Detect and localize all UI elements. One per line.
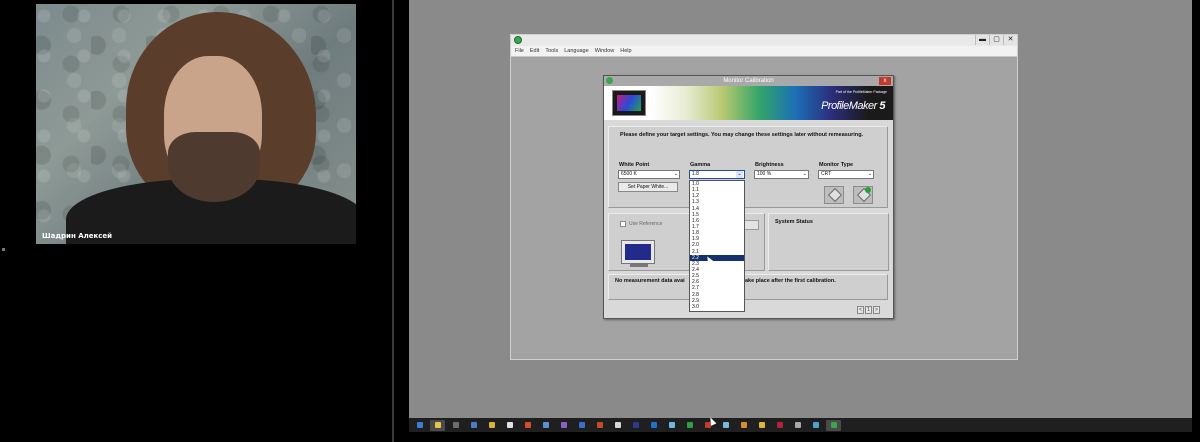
app-icon-12[interactable] [628,420,643,431]
participant-video: Шадрин Алексей [36,4,356,244]
taskbar [409,418,1192,432]
participant-name-label: Шадрин Алексей [42,232,113,240]
calibrate-icon[interactable] [824,186,844,204]
dialog-close-button[interactable]: x [879,77,891,85]
app-icon-21[interactable] [790,420,805,431]
brightness-select[interactable]: 100 % ⌄ [754,170,809,179]
dialog-banner: Part of the ProfileMaker Package Profile… [604,86,893,120]
measure-icon[interactable] [853,186,873,204]
banner-product-name: ProfileMaker [821,100,877,112]
app-icon-2[interactable] [448,420,463,431]
chevron-down-icon: ⌄ [736,171,743,178]
minimize-button[interactable]: ▬ [975,35,989,45]
panel-divider[interactable] [392,0,394,442]
menu-tools[interactable]: Tools [545,46,558,56]
windows-start-icon[interactable] [412,420,427,431]
app-icon-15[interactable] [682,420,697,431]
app-icon-18[interactable] [736,420,751,431]
app-icon-5[interactable] [502,420,517,431]
info-text-left: No measurement data avai [615,278,685,284]
app-icon-14[interactable] [664,420,679,431]
white-point-label: White Point [619,162,650,168]
menu-language[interactable]: Language [564,46,588,56]
white-point-select[interactable]: 6500 K ⌄ [618,170,680,179]
app-icon-20[interactable] [772,420,787,431]
chevron-down-icon: ⌄ [867,171,872,177]
menu-edit[interactable]: Edit [530,46,539,56]
next-page-button[interactable]: > [873,306,880,314]
app-icon-10[interactable] [592,420,607,431]
white-point-value: 6500 K [621,171,637,177]
app-icon-7[interactable] [538,420,553,431]
info-text-right: ake place after the first calibration. [745,278,836,284]
app-icon-4[interactable] [484,420,499,431]
previous-page-button[interactable]: < [857,306,864,314]
app-logo-icon [514,36,522,44]
monitor-type-value: CRT [821,171,832,177]
gamma-label: Gamma [690,162,711,168]
menu-window[interactable]: Window [595,46,615,56]
system-status-label: System Status [775,219,813,225]
page-number: 1 [865,306,872,314]
menu-file[interactable]: File [515,46,524,56]
close-button[interactable]: ✕ [1003,35,1017,45]
banner-product-logo: ProfileMaker 5 [821,100,885,112]
chevron-down-icon: ⌄ [802,171,807,177]
monitor-type-label: Monitor Type [819,162,854,168]
app-icon-9[interactable] [574,420,589,431]
maximize-button[interactable]: ▢ [989,35,1003,45]
profilemaker-taskbar-icon[interactable] [826,419,841,431]
gamma-select[interactable]: 1.8 ⌄ [689,170,745,179]
window-titlebar[interactable]: ▬ ▢ ✕ [511,35,1017,46]
gamma-option[interactable]: 3.0 [690,304,744,310]
instructions-text: Please define your target settings. You … [620,132,864,138]
monitor-type-select[interactable]: CRT ⌄ [818,170,874,179]
panel-handle [2,248,5,251]
app-icon-17[interactable] [718,420,733,431]
page-navigation: < 1 > [857,306,880,314]
gamma-dropdown-list[interactable]: 1.0 1.1 1.2 1.3 1.4 1.5 1.6 1.7 1.8 1.9 2.0 2.1 2.2 2… [689,180,745,312]
chevron-down-icon: ⌄ [673,171,678,177]
app-icon-8[interactable] [556,420,571,431]
monitor-thumbnail-icon [612,90,646,116]
app-icon-22[interactable] [808,420,823,431]
dialog-title: Monitor Calibration [723,78,774,84]
file-explorer-icon[interactable] [430,419,445,431]
window-controls: ▬ ▢ ✕ [975,35,1017,45]
monitor-icon [621,240,655,267]
use-reference-label: Use Reference [629,221,663,227]
brightness-value: 100 % [757,171,772,177]
menu-help[interactable]: Help [620,46,631,56]
app-icon-13[interactable] [646,420,661,431]
participant-beard [168,132,260,202]
gamma-value: 1.8 [692,171,699,177]
brightness-label: Brightness [755,162,784,168]
app-icon-11[interactable] [610,420,625,431]
app-icon-19[interactable] [754,420,769,431]
add-badge-icon [865,187,871,193]
dialog-titlebar[interactable]: Monitor Calibration x [604,76,893,86]
app-icon-3[interactable] [466,420,481,431]
use-reference-option[interactable]: Use Reference [620,221,662,227]
menu-bar: File Edit Tools Language Window Help [511,46,1017,57]
banner-package-text: Part of the ProfileMaker Package [835,90,887,94]
set-paper-white-button[interactable]: Set Paper White... [618,182,678,192]
banner-product-version: 5 [879,100,885,112]
use-reference-checkbox[interactable] [620,221,626,227]
app-icon-6[interactable] [520,420,535,431]
